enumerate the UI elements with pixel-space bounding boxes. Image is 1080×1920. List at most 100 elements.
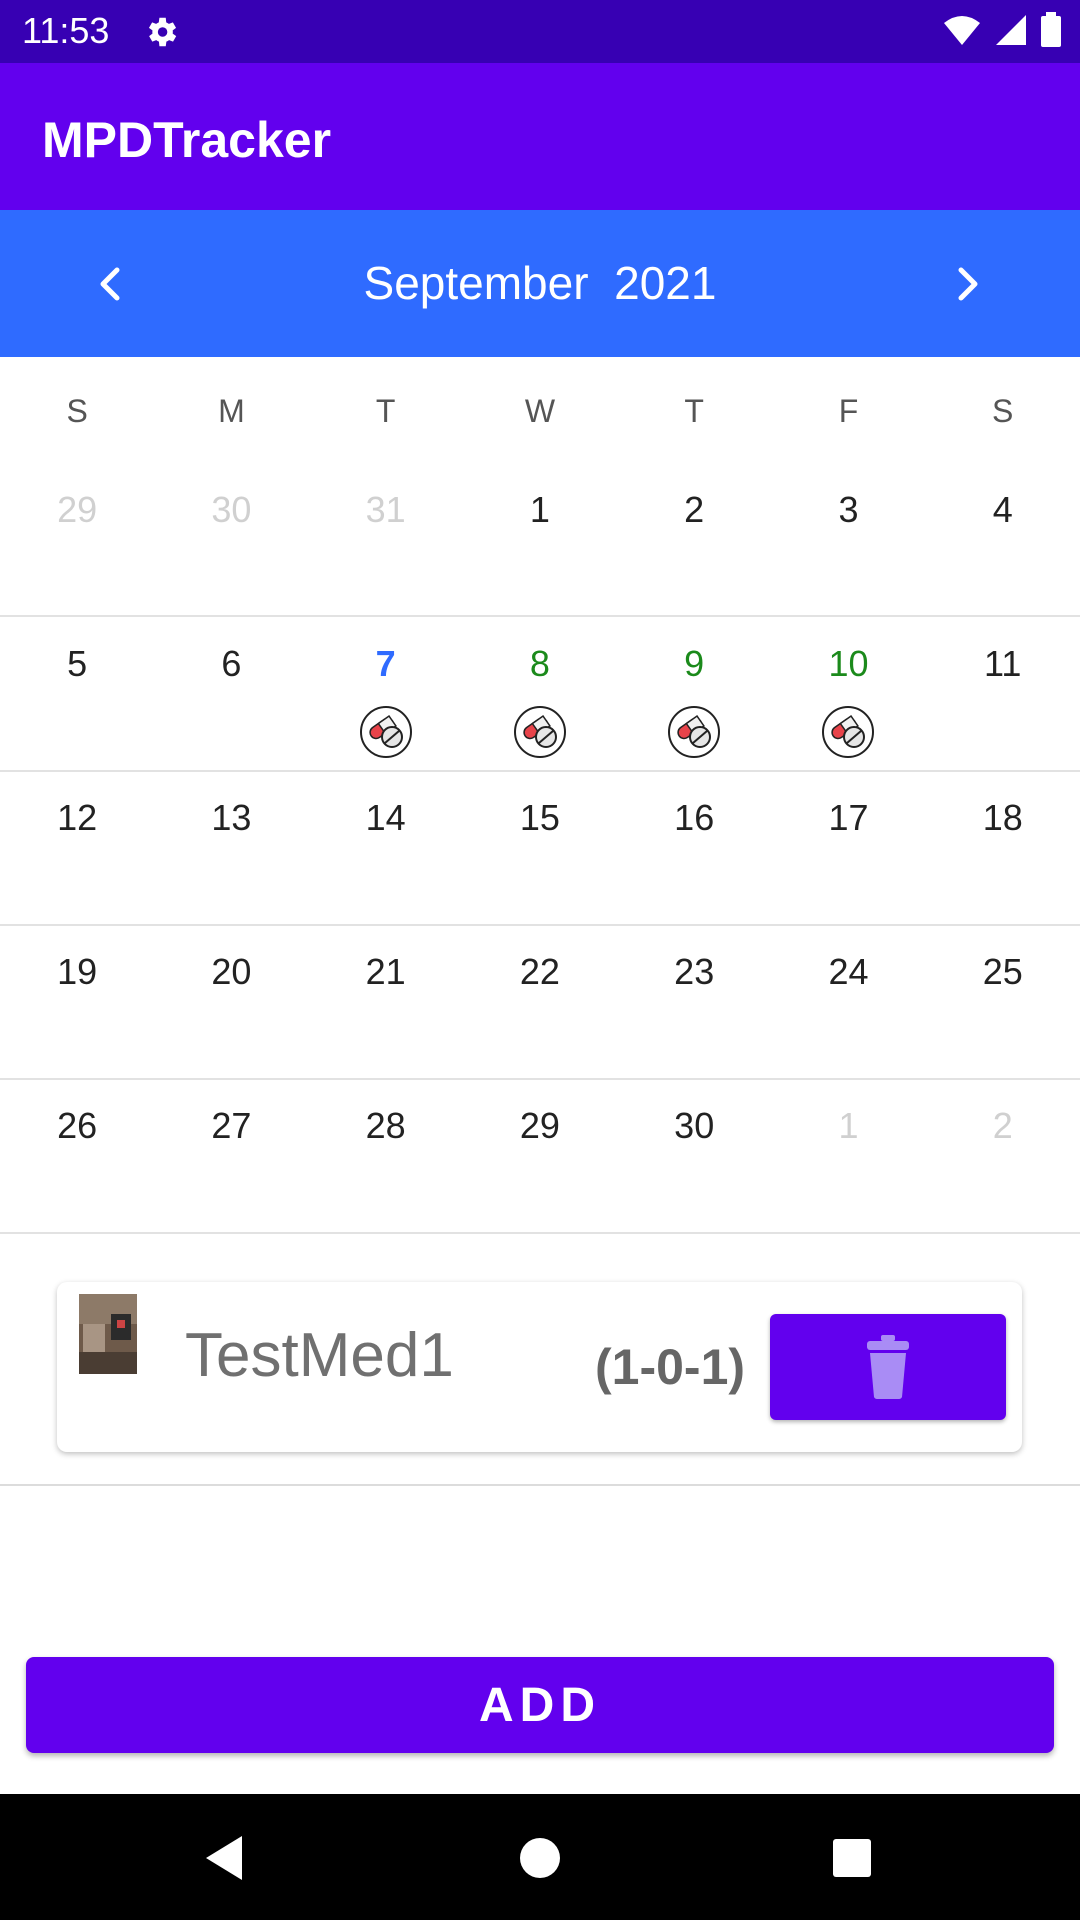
- day-number: 9: [684, 643, 705, 684]
- calendar-day[interactable]: 2: [926, 1081, 1080, 1234]
- calendar-day[interactable]: 29: [0, 465, 154, 618]
- calendar-day[interactable]: 30: [154, 465, 308, 618]
- calendar-day[interactable]: 1: [463, 465, 617, 618]
- calendar-day[interactable]: 18: [926, 773, 1080, 926]
- add-button[interactable]: ADD: [26, 1657, 1054, 1753]
- day-number: 29: [519, 1105, 560, 1146]
- calendar-day[interactable]: 22: [463, 927, 617, 1080]
- day-number: 19: [57, 951, 98, 992]
- calendar-day[interactable]: 31: [309, 465, 463, 618]
- calendar-day[interactable]: 25: [926, 927, 1080, 1080]
- system-nav-bar: [0, 1794, 1080, 1920]
- battery-icon: [1041, 12, 1061, 47]
- calendar-day[interactable]: 8: [463, 619, 617, 772]
- calendar-day[interactable]: 13: [154, 773, 308, 926]
- day-number: 5: [67, 643, 88, 684]
- calendar-week-row: 19 20 21 22 23 24 25: [0, 927, 1080, 1080]
- day-number: 16: [674, 797, 715, 838]
- weekday-row: S M T W T F S: [0, 357, 1080, 465]
- calendar-day[interactable]: 28: [309, 1081, 463, 1234]
- medication-photo: [79, 1294, 137, 1374]
- app-bar: MPDTracker: [0, 63, 1080, 210]
- day-number: 1: [838, 1105, 859, 1146]
- weekday-label: W: [524, 393, 556, 429]
- calendar-week-row: 29 30 31 1 2 3 4: [0, 465, 1080, 617]
- cell-signal-icon: [996, 15, 1026, 45]
- day-number: 7: [375, 643, 396, 684]
- trash-icon: [867, 1335, 909, 1399]
- day-number: 30: [211, 489, 252, 530]
- day-number: 8: [529, 643, 550, 684]
- pill-icon: [668, 706, 721, 758]
- calendar-day[interactable]: 29: [463, 1081, 617, 1234]
- day-number: 26: [57, 1105, 98, 1146]
- day-number: 2: [684, 489, 705, 530]
- day-number: 29: [57, 489, 98, 530]
- next-month-button[interactable]: [938, 254, 998, 314]
- calendar-week-row: 5 6 7 8 9 10 11: [0, 619, 1080, 772]
- weekday-label: S: [992, 393, 1014, 429]
- calendar-day[interactable]: 15: [463, 773, 617, 926]
- day-number: 6: [221, 643, 242, 684]
- day-number: 4: [992, 489, 1013, 530]
- day-number: 13: [211, 797, 252, 838]
- day-number: 12: [57, 797, 98, 838]
- day-number: 24: [828, 951, 869, 992]
- home-icon[interactable]: [512, 1830, 568, 1886]
- day-number: 10: [828, 643, 869, 684]
- calendar-day[interactable]: 24: [771, 927, 925, 1080]
- day-number: 28: [365, 1105, 406, 1146]
- day-number: 25: [982, 951, 1023, 992]
- calendar-header: September 2021: [0, 210, 1080, 357]
- medication-card[interactable]: TestMed1 (1-0-1): [57, 1282, 1022, 1452]
- calendar-day[interactable]: 1: [771, 1081, 925, 1234]
- calendar-day[interactable]: 19: [0, 927, 154, 1080]
- status-time: 11:53: [22, 10, 110, 51]
- calendar-day[interactable]: 10: [771, 619, 925, 772]
- pill-icon: [513, 706, 566, 758]
- day-number: 31: [365, 489, 406, 530]
- day-number: 14: [365, 797, 406, 838]
- calendar-day[interactable]: 30: [617, 1081, 771, 1234]
- calendar-day[interactable]: 17: [771, 773, 925, 926]
- day-number: 27: [211, 1105, 252, 1146]
- calendar-day[interactable]: 12: [0, 773, 154, 926]
- weekday-label: T: [375, 393, 396, 429]
- day-number: 17: [828, 797, 869, 838]
- pill-icon: [822, 706, 875, 758]
- calendar-day[interactable]: 21: [309, 927, 463, 1080]
- calendar-day[interactable]: 26: [0, 1081, 154, 1234]
- calendar-day[interactable]: 3: [771, 465, 925, 618]
- weekday-label: T: [684, 393, 704, 429]
- day-number: 15: [519, 797, 560, 838]
- calendar-day[interactable]: 27: [154, 1081, 308, 1234]
- calendar-day[interactable]: 14: [309, 773, 463, 926]
- calendar-day[interactable]: 9: [617, 619, 771, 772]
- calendar-day[interactable]: 4: [926, 465, 1080, 618]
- day-number: 1: [529, 489, 550, 530]
- calendar-day[interactable]: 6: [154, 619, 308, 772]
- recents-icon[interactable]: [824, 1830, 880, 1886]
- delete-button[interactable]: [770, 1314, 1006, 1420]
- day-number: 22: [519, 951, 560, 992]
- calendar-day[interactable]: 11: [926, 619, 1080, 772]
- list-divider: [0, 1484, 1080, 1486]
- day-number: 20: [211, 951, 252, 992]
- calendar-day[interactable]: 2: [617, 465, 771, 618]
- year-label: 2021: [614, 257, 717, 309]
- weekday-label: F: [838, 393, 859, 429]
- month-year-title: September 2021: [0, 256, 1080, 310]
- day-number: 3: [838, 489, 859, 530]
- back-icon[interactable]: [198, 1830, 254, 1886]
- calendar-day[interactable]: 16: [617, 773, 771, 926]
- calendar-day[interactable]: 20: [154, 927, 308, 1080]
- medication-name: TestMed1: [185, 1321, 454, 1390]
- calendar-day[interactable]: 23: [617, 927, 771, 1080]
- month-label: September: [363, 257, 589, 309]
- day-number: 2: [992, 1105, 1013, 1146]
- day-number: 30: [674, 1105, 715, 1146]
- day-number: 18: [982, 797, 1023, 838]
- calendar-day[interactable]: 5: [0, 619, 154, 772]
- calendar-day[interactable]: 7: [309, 619, 463, 772]
- status-bar: 11:53: [0, 0, 1080, 63]
